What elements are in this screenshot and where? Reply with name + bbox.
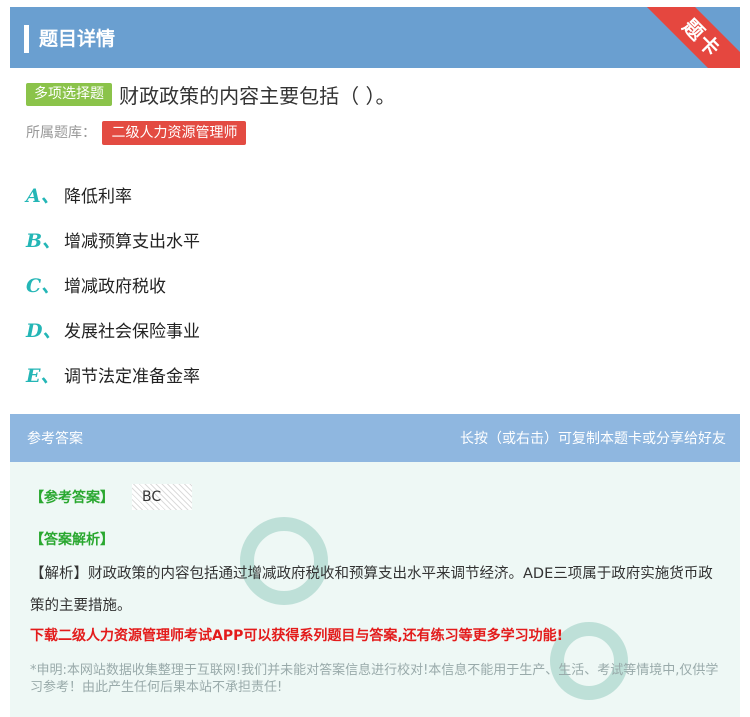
option-letter: C、 [26,275,61,297]
answer-section-body: 【参考答案】 BC 【答案解析】 【解析】财政政策的内容包括通过增减政府税收和预… [10,462,740,717]
option-letter: E、 [26,365,60,387]
option-text: 增减政府税收 [64,277,166,297]
option-letter: B、 [26,230,62,252]
question-type-badge: 多项选择题 [26,83,112,106]
option-text: 降低利率 [64,187,132,207]
question-bank-row: 所属题库： 二级人力资源管理师 [26,121,247,145]
answer-section-title: 参考答案 [27,431,83,447]
option-text: 调节法定准备金率 [64,367,200,387]
option-letter: D、 [26,320,62,342]
answer-label: 【参考答案】 [30,490,114,506]
bank-label: 所属题库： [26,125,96,141]
ribbon-label: 题卡 [644,7,740,68]
disclaimer-text: *申明:本网站数据收集整理于互联网!我们并未能对答案信息进行校对!本信息不能用于… [30,663,719,695]
option-e[interactable]: E、 调节法定准备金率 [26,352,200,397]
answer-section-header: 参考答案 长按（或右击）可复制本题卡或分享给好友 [10,414,740,462]
option-text: 增减预算支出水平 [64,232,200,252]
app-promo-link[interactable]: 下载二级人力资源管理师考试APP可以获得系列题目与答案,还有练习等更多学习功能! [30,625,563,645]
explanation-text: 【解析】财政政策的内容包括通过增减政府税收和预算支出水平来调节经济。ADE三项属… [30,566,713,614]
header-accent-bar [24,25,29,53]
options-list: A、 降低利率 B、 增减预算支出水平 C、 增减政府税收 D、 发展社会保险事… [26,172,200,397]
explanation-label: 【答案解析】 [30,532,114,548]
bank-tag[interactable]: 二级人力资源管理师 [102,121,247,145]
header-bar: 题目详情 题卡 [10,7,740,68]
answer-value: BC [132,484,192,510]
question-text: 财政政策的内容主要包括（ ）。 [119,84,396,108]
option-text: 发展社会保险事业 [64,322,200,342]
option-b[interactable]: B、 增减预算支出水平 [26,217,200,262]
option-letter: A、 [26,185,60,207]
ribbon-corner: 题卡 [644,7,740,68]
option-a[interactable]: A、 降低利率 [26,172,200,217]
page-title: 题目详情 [39,28,116,50]
share-hint: 长按（或右击）可复制本题卡或分享给好友 [460,431,726,447]
option-d[interactable]: D、 发展社会保险事业 [26,307,200,352]
question-row: 多项选择题 财政政策的内容主要包括（ ）。 [26,80,726,110]
option-c[interactable]: C、 增减政府税收 [26,262,200,307]
